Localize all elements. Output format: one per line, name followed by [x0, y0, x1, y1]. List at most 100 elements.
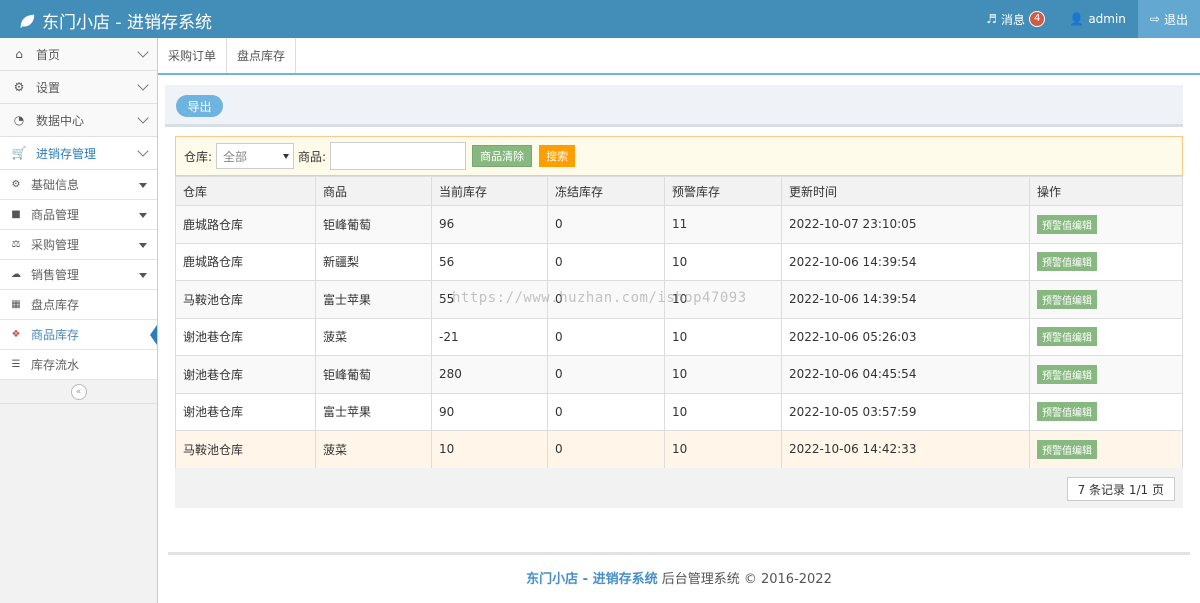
table-cell: 鹿城路仓库: [175, 242, 316, 281]
sidebar-item-data-center[interactable]: ◔ 数据中心: [0, 104, 157, 137]
table-cell: 谢池巷仓库: [175, 355, 316, 394]
sidebar-item-label: 首页: [36, 47, 61, 62]
table-cell-action: 预警值编辑: [1029, 205, 1183, 244]
volume-icon: ♬: [986, 12, 997, 26]
edit-threshold-button[interactable]: 预警值编辑: [1037, 289, 1097, 309]
pager-info: 7 条记录 1/1 页: [1066, 477, 1175, 501]
table-cell: 0: [547, 205, 665, 244]
edit-threshold-button[interactable]: 预警值编辑: [1037, 402, 1097, 422]
sidebar-sub-basic-info[interactable]: ⚙ 基础信息: [0, 170, 157, 200]
brand[interactable]: 东门小店 - 进销存系统: [18, 8, 212, 33]
table-cell: 10: [431, 430, 548, 469]
product-label: 商品:: [298, 149, 327, 164]
sidebar-sub-label: 盘点库存: [31, 298, 80, 312]
table-cell: 0: [547, 430, 665, 469]
search-button[interactable]: 搜索: [539, 145, 576, 167]
sidebar-sub-purchase-mgmt[interactable]: ⚖ 采购管理: [0, 230, 157, 260]
sidebar-item-home[interactable]: ⌂ 首页: [0, 38, 157, 71]
filter-bar: 仓库: 全部 商品: 商品清除 搜索: [175, 136, 1183, 176]
column-header[interactable]: 预警库存: [664, 176, 782, 206]
logout-icon: ⇨: [1149, 12, 1160, 26]
logout-label: 退出: [1163, 12, 1188, 27]
edit-threshold-button[interactable]: 预警值编辑: [1037, 327, 1097, 347]
sidebar-item-settings[interactable]: ⚙ 设置: [0, 71, 157, 104]
clear-product-button[interactable]: 商品清除: [472, 145, 533, 167]
table-row[interactable]: 谢池巷仓库 钜峰葡萄 280 0 10 2022-10-06 04:45:54 预警值编辑: [175, 355, 1183, 394]
table-cell: 2022-10-05 03:57:59: [781, 392, 1030, 431]
table-cell: 10: [664, 355, 782, 394]
caret-down-icon: [139, 243, 147, 248]
table-cell: 2022-10-07 23:10:05: [781, 205, 1030, 244]
table-cell-action: 预警值编辑: [1029, 317, 1183, 356]
table-row[interactable]: 谢池巷仓库 菠菜 -21 0 10 2022-10-06 05:26:03 预警值编辑: [175, 317, 1183, 356]
table-cell: -21: [431, 317, 548, 356]
table-cell: 2022-10-06 14:39:54: [781, 280, 1030, 319]
table-cell: 280: [431, 355, 548, 394]
sidebar-sub-stocktake[interactable]: ▦ 盘点库存: [0, 290, 157, 320]
user-icon: 👤: [1069, 12, 1085, 26]
edit-threshold-button[interactable]: 预警值编辑: [1037, 439, 1097, 459]
column-header[interactable]: 冻结库存: [547, 176, 665, 206]
column-header[interactable]: 操作: [1029, 176, 1183, 206]
sidebar-sub-sales-mgmt[interactable]: ☁ 销售管理: [0, 260, 157, 290]
messages-button[interactable]: ♬ 消息 4: [974, 0, 1057, 38]
table-cell: 新疆梨: [315, 242, 432, 281]
column-header[interactable]: 商品: [315, 176, 432, 206]
product-input[interactable]: [330, 142, 467, 170]
table-cell: 10: [664, 430, 782, 469]
warehouse-select[interactable]: 全部: [216, 143, 295, 169]
column-header[interactable]: 当前库存: [431, 176, 548, 206]
chevron-down-icon: [137, 79, 149, 91]
sidebar-sub-product-stock[interactable]: ❖ 商品库存: [0, 320, 157, 350]
logout-button[interactable]: ⇨ 退出: [1137, 0, 1200, 38]
column-header[interactable]: 仓库: [175, 176, 316, 206]
messages-label: 消息: [1000, 12, 1025, 27]
table-cell: 96: [431, 205, 548, 244]
sidebar-sub-stock-flow[interactable]: ☰ 库存流水: [0, 350, 157, 380]
table-row[interactable]: 谢池巷仓库 富士苹果 90 0 10 2022-10-05 03:57:59 预警值编辑: [175, 392, 1183, 431]
tab-bar: 采购订单 盘点库存: [158, 38, 1200, 75]
sidebar-sub-label: 库存流水: [31, 358, 80, 372]
table-cell: 2022-10-06 14:42:33: [781, 430, 1030, 469]
table-row[interactable]: 鹿城路仓库 钜峰葡萄 96 0 11 2022-10-07 23:10:05 预警值编辑: [175, 205, 1183, 244]
sidebar-item-label: 数据中心: [36, 113, 85, 128]
cart-icon: 🛒: [11, 146, 27, 160]
column-header[interactable]: 更新时间: [781, 176, 1030, 206]
table-cell: 2022-10-06 14:39:54: [781, 242, 1030, 281]
table-cell: 菠菜: [315, 317, 432, 356]
warehouse-select-value: 全部: [223, 149, 248, 164]
sidebar-item-label: 设置: [36, 80, 61, 95]
edit-threshold-button[interactable]: 预警值编辑: [1037, 252, 1097, 272]
chevron-down-icon: [137, 112, 149, 124]
table-cell: 富士苹果: [315, 280, 432, 319]
tab-stocktake[interactable]: 盘点库存: [227, 38, 297, 73]
messages-badge: 4: [1028, 11, 1046, 27]
top-nav: ♬ 消息 4 👤 admin ⇨ 退出: [974, 0, 1200, 38]
export-button[interactable]: 导出: [176, 95, 223, 117]
edit-threshold-button[interactable]: 预警值编辑: [1037, 364, 1097, 384]
top-navbar: 东门小店 - 进销存系统 ♬ 消息 4 👤 admin ⇨ 退出: [0, 0, 1200, 38]
table-row[interactable]: 鹿城路仓库 新疆梨 56 0 10 2022-10-06 14:39:54 预警值编辑: [175, 242, 1183, 281]
table-cell: 钜峰葡萄: [315, 205, 432, 244]
sidebar-sub-product-mgmt[interactable]: ■ 商品管理: [0, 200, 157, 230]
table-row[interactable]: 马鞍池仓库 菠菜 10 0 10 2022-10-06 14:42:33 预警值编辑: [175, 430, 1183, 469]
table-cell: 富士苹果: [315, 392, 432, 431]
chevron-down-icon: [137, 46, 149, 58]
table-cell: 谢池巷仓库: [175, 392, 316, 431]
footer-brand: 东门小店 - 进销存系统: [526, 572, 658, 587]
toolbar: 导出: [165, 85, 1183, 127]
chevron-down-icon: [137, 145, 149, 157]
footer-divider: [168, 552, 1190, 555]
footer: 东门小店 - 进销存系统 后台管理系统 © 2016-2022: [168, 568, 1190, 587]
table-cell: 鹿城路仓库: [175, 205, 316, 244]
sidebar-sub-label: 基础信息: [31, 178, 80, 192]
table-cell: 2022-10-06 04:45:54: [781, 355, 1030, 394]
tab-purchase-orders[interactable]: 采购订单: [158, 38, 228, 73]
edit-threshold-button[interactable]: 预警值编辑: [1037, 214, 1097, 234]
sidebar-item-inventory[interactable]: 🛒 进销存管理: [0, 137, 157, 170]
collapse-icon[interactable]: «: [70, 383, 87, 400]
table-cell: 马鞍池仓库: [175, 430, 316, 469]
list-icon: ☰: [11, 359, 21, 370]
leaf-icon: [20, 14, 35, 28]
user-menu[interactable]: 👤 admin: [1057, 0, 1138, 38]
